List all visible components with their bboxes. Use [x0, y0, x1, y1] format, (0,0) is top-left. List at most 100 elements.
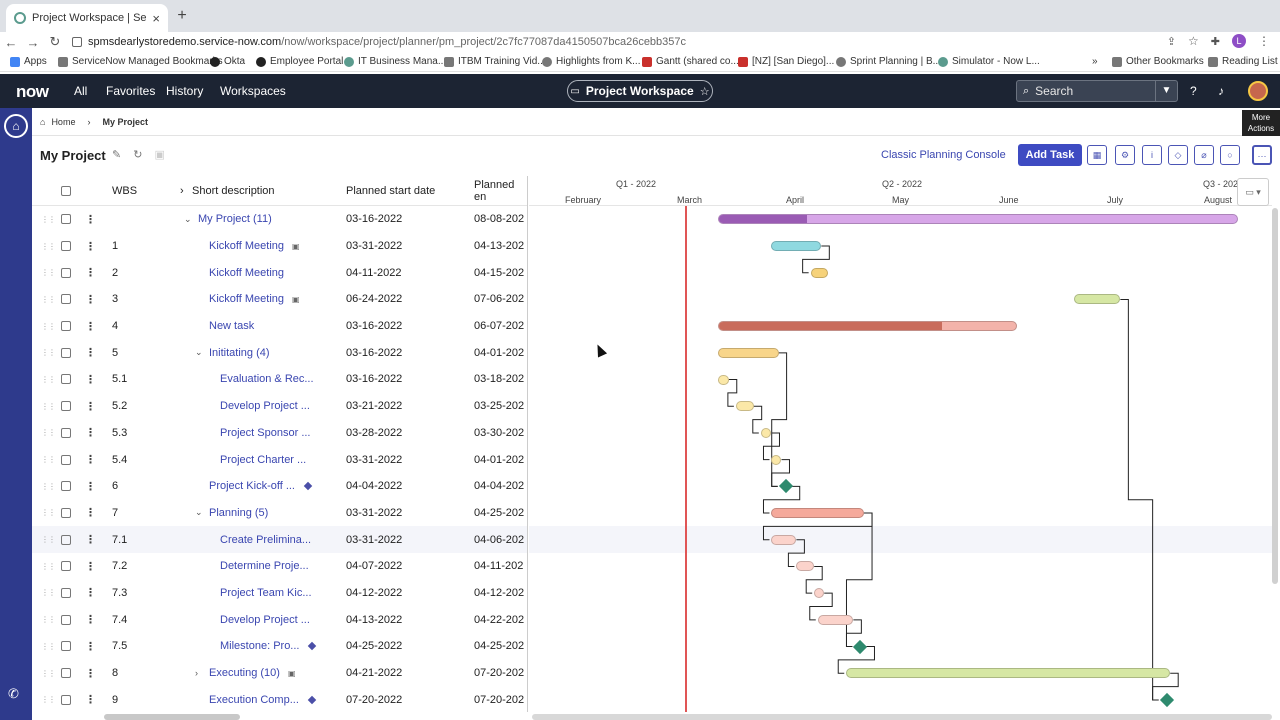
info-icon[interactable]: i: [1142, 145, 1162, 165]
drag-handle-icon[interactable]: ⋮⋮: [41, 526, 56, 553]
row-menu-icon[interactable]: ⋮: [85, 313, 96, 340]
table-row[interactable]: ⋮⋮ ⋮ 1 Kickoff Meeting ▣ 03-31-2022 04-13-202: [32, 233, 527, 260]
drag-handle-icon[interactable]: ⋮⋮: [41, 660, 56, 687]
gantt-bar[interactable]: [771, 508, 865, 519]
chevron-down-icon[interactable]: ⌄: [195, 339, 203, 366]
row-menu-icon[interactable]: ⋮: [85, 526, 96, 553]
grid-horizontal-scrollbar[interactable]: [104, 714, 240, 720]
bookmark-itbm-training[interactable]: ITBM Training Vid...: [444, 56, 546, 67]
drag-handle-icon[interactable]: ⋮⋮: [41, 446, 56, 473]
row-checkbox[interactable]: [61, 427, 71, 438]
task-link[interactable]: Project Charter ...: [220, 454, 306, 466]
bookmark-it-business[interactable]: IT Business Mana...: [344, 56, 446, 67]
table-row[interactable]: ⋮⋮ ⋮ 4 New task 03-16-2022 06-07-202: [32, 313, 527, 340]
row-menu-icon[interactable]: ⋮: [85, 606, 96, 633]
share-icon[interactable]: ⇪: [1167, 35, 1176, 48]
gantt-horizontal-scrollbar[interactable]: [532, 714, 1272, 720]
row-checkbox[interactable]: [61, 321, 71, 332]
drag-handle-icon[interactable]: ⋮⋮: [41, 633, 56, 660]
row-menu-icon[interactable]: ⋮: [85, 339, 96, 366]
table-row[interactable]: ⋮⋮ ⋮ 7.2 Determine Proje... 04-07-2022 04-11-…: [32, 553, 527, 580]
edit-icon[interactable]: ✎: [112, 148, 121, 161]
reload-icon[interactable]: ↻: [44, 34, 66, 50]
browser-tab[interactable]: Project Workspace | ServiceNow ×: [6, 4, 168, 32]
workspace-pill[interactable]: ▭ Project Workspace ☆: [567, 80, 713, 102]
gantt-bar[interactable]: [846, 668, 1171, 679]
bookmark-sprint-planning[interactable]: Sprint Planning | B...: [836, 56, 941, 67]
bookmark-reading-list[interactable]: Reading List: [1208, 56, 1278, 67]
task-link[interactable]: Kickoff Meeting: [209, 293, 284, 305]
table-row[interactable]: ⋮⋮ ⋮ 7 ⌄ Planning (5) 03-31-2022 04-25-202: [32, 500, 527, 527]
new-tab-icon[interactable]: +: [172, 6, 192, 26]
chrome-menu-icon[interactable]: ⋮: [1258, 34, 1270, 48]
chevron-down-icon[interactable]: ⌄: [184, 206, 192, 233]
column-planned-end[interactable]: Planned en: [474, 179, 527, 203]
row-checkbox[interactable]: [61, 401, 71, 412]
gantt-bar[interactable]: [810, 267, 829, 278]
star-icon[interactable]: ☆: [1188, 34, 1199, 48]
drag-handle-icon[interactable]: ⋮⋮: [41, 286, 56, 313]
star-icon[interactable]: ☆: [700, 85, 710, 98]
add-task-button[interactable]: Add Task: [1018, 144, 1082, 166]
task-link[interactable]: Execution Comp...: [209, 694, 299, 706]
gantt-bar[interactable]: [817, 614, 854, 625]
task-link[interactable]: Planning (5): [209, 507, 268, 519]
row-checkbox[interactable]: [61, 347, 71, 358]
row-menu-icon[interactable]: ⋮: [85, 580, 96, 607]
bookmark-okta[interactable]: Okta: [210, 56, 245, 67]
search-input[interactable]: Search: [1029, 84, 1155, 98]
row-menu-icon[interactable]: ⋮: [85, 206, 96, 233]
drag-handle-icon[interactable]: ⋮⋮: [41, 366, 56, 393]
gantt-bar[interactable]: [1074, 294, 1121, 305]
row-menu-icon[interactable]: ⋮: [85, 500, 96, 527]
bookmark-highlights[interactable]: Highlights from K...: [542, 56, 640, 67]
phone-icon[interactable]: ✆: [8, 686, 19, 702]
gantt-bar[interactable]: [735, 401, 754, 412]
table-row[interactable]: ⋮⋮ ⋮ 7.4 Develop Project ... 04-13-2022 04-22…: [32, 606, 527, 633]
gantt-bar[interactable]: [796, 561, 815, 572]
row-menu-icon[interactable]: ⋮: [85, 286, 96, 313]
drag-handle-icon[interactable]: ⋮⋮: [41, 339, 56, 366]
servicenow-logo[interactable]: now: [16, 82, 49, 102]
row-menu-icon[interactable]: ⋮: [85, 660, 96, 687]
row-checkbox[interactable]: [61, 561, 71, 572]
row-menu-icon[interactable]: ⋮: [85, 446, 96, 473]
row-checkbox[interactable]: [61, 534, 71, 545]
bell-icon[interactable]: ♪: [1218, 84, 1224, 98]
save-icon[interactable]: ▣: [154, 148, 164, 161]
gantt-bar[interactable]: [771, 241, 822, 252]
gantt-bar[interactable]: [771, 534, 797, 545]
row-menu-icon[interactable]: ⋮: [85, 259, 96, 286]
select-all-checkbox[interactable]: [61, 185, 71, 196]
global-search[interactable]: ⌕ Search ▼: [1016, 80, 1178, 102]
bookmark-gantt[interactable]: Gantt (shared co...: [642, 56, 739, 67]
task-link[interactable]: Project Sponsor ...: [220, 427, 311, 439]
column-planned-start[interactable]: Planned start date: [346, 185, 435, 197]
breadcrumb-home[interactable]: Home: [51, 117, 75, 127]
row-menu-icon[interactable]: ⋮: [85, 473, 96, 500]
task-link[interactable]: My Project (11): [198, 213, 272, 225]
back-icon[interactable]: ←: [0, 35, 22, 50]
row-menu-icon[interactable]: ⋮: [85, 686, 96, 712]
row-checkbox[interactable]: [61, 694, 71, 705]
address-bar[interactable]: spmsdearlystoredemo.service-now.com/now/…: [72, 33, 1156, 51]
baseline-icon[interactable]: ◇: [1168, 145, 1188, 165]
table-row[interactable]: ⋮⋮ ⋮ 5.3 Project Sponsor ... 03-28-2022 03-30…: [32, 420, 527, 447]
task-link[interactable]: New task: [209, 320, 254, 332]
drag-handle-icon[interactable]: ⋮⋮: [41, 259, 56, 286]
row-menu-icon[interactable]: ⋮: [85, 393, 96, 420]
refresh-icon[interactable]: ↻: [133, 148, 142, 161]
bookmarks-overflow[interactable]: »: [1092, 56, 1098, 67]
row-menu-icon[interactable]: ⋮: [85, 420, 96, 447]
task-link[interactable]: Develop Project ...: [220, 400, 310, 412]
drag-handle-icon[interactable]: ⋮⋮: [41, 206, 56, 233]
bookmark-other[interactable]: Other Bookmarks: [1112, 56, 1204, 67]
row-checkbox[interactable]: [61, 481, 71, 492]
gantt-bar[interactable]: [718, 214, 1238, 225]
nav-workspaces[interactable]: Workspaces: [220, 84, 286, 98]
bookmark-simulator[interactable]: Simulator - Now L...: [938, 56, 1040, 67]
drag-handle-icon[interactable]: ⋮⋮: [41, 553, 56, 580]
nav-favorites[interactable]: Favorites: [106, 84, 155, 98]
table-row[interactable]: ⋮⋮ ⋮ 5.2 Develop Project ... 03-21-2022 03-25…: [32, 393, 527, 420]
chevron-down-icon[interactable]: ▼: [1155, 81, 1177, 101]
